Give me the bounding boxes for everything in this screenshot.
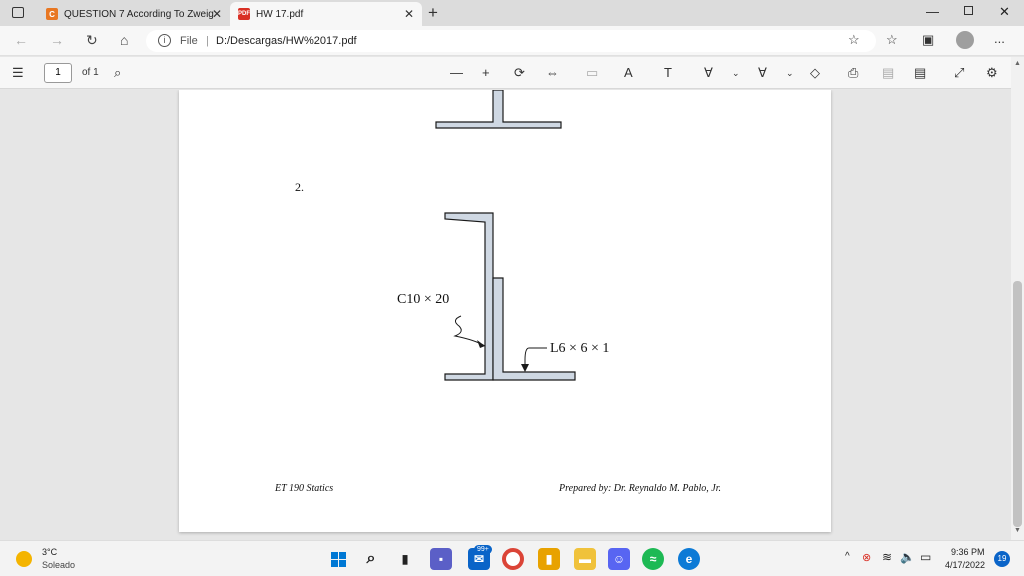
chrome-icon[interactable] (502, 548, 524, 570)
clock-time[interactable]: 9:36 PM (951, 547, 985, 557)
read-aloud-icon[interactable]: A (624, 65, 633, 80)
clock-date[interactable]: 4/17/2022 (945, 560, 985, 570)
fullscreen-icon[interactable]: ⤢ (954, 65, 964, 81)
network-alert-icon[interactable]: ⊗ (862, 551, 871, 564)
problem-number: 2. (295, 180, 304, 194)
mail-badge: 99+ (474, 545, 492, 554)
weather-sun-icon[interactable] (16, 551, 32, 567)
collections-icon[interactable]: ▣ (922, 32, 934, 48)
chat-icon[interactable]: ▪ (430, 548, 452, 570)
page-total: of 1 (82, 67, 99, 78)
info-icon[interactable]: i (158, 34, 171, 47)
close-window-icon[interactable]: ✕ (999, 4, 1010, 20)
tab-strip: C QUESTION 7 According To Zweig ✕ PDF HW… (0, 0, 1024, 26)
pdf-toolbar: ☰ 1 of 1 ⌕ — + ⟳ ⇔ ▭ A T ∀ ⌄ ∀ ⌄ ◇ ⎙ ▤ ▤… (0, 57, 1024, 89)
text-icon[interactable]: T (664, 65, 672, 80)
fit-page-icon[interactable]: ⇔ (546, 65, 559, 80)
home-icon[interactable]: ⌂ (120, 32, 128, 48)
pdf-favicon-icon: PDF (238, 8, 250, 20)
windows-start-icon[interactable] (327, 548, 349, 570)
notification-badge[interactable]: 19 (994, 551, 1010, 567)
minimize-icon[interactable]: — (926, 4, 939, 19)
channel-section-shape (444, 212, 494, 381)
erase-icon[interactable]: ◇ (810, 65, 820, 81)
tab-actions-icon[interactable] (12, 7, 24, 18)
scroll-up-icon[interactable]: ▲ (1014, 60, 1021, 67)
weather-desc[interactable]: Soleado (42, 560, 75, 570)
close-tab-icon[interactable]: ✕ (212, 7, 222, 21)
show-hidden-icons-icon[interactable]: ^ (845, 551, 850, 562)
close-tab-icon[interactable]: ✕ (404, 7, 414, 21)
refresh-icon[interactable]: ↻ (86, 32, 98, 49)
angle-section-shape (492, 277, 576, 381)
page-number-input[interactable]: 1 (44, 63, 72, 83)
highlight-icon[interactable]: ∀ (758, 65, 767, 81)
channel-label: C10 × 20 (397, 292, 450, 307)
scheme-label: File (180, 35, 198, 47)
url-text[interactable]: D:/Descargas/HW%2017.pdf (216, 35, 357, 47)
url-separator: | (206, 35, 209, 47)
angle-label: L6 × 6 × 1 (550, 341, 610, 356)
page-view-icon[interactable]: ▭ (586, 65, 598, 81)
rotate-icon[interactable]: ⟳ (514, 65, 525, 81)
draw-icon[interactable]: ∀ (704, 65, 713, 81)
spotify-icon[interactable]: ≈ (642, 548, 664, 570)
restore-icon[interactable] (964, 6, 973, 15)
wifi-icon[interactable]: ≋ (882, 550, 892, 564)
discord-icon[interactable]: ☺ (608, 548, 630, 570)
favorites-icon[interactable]: ☆ (886, 32, 898, 48)
print-icon[interactable]: ⎙ (848, 65, 858, 81)
more-menu-icon[interactable]: ... (994, 31, 1005, 46)
add-favorite-icon[interactable]: ☆ (848, 32, 860, 48)
draw-options-icon[interactable]: ⌄ (732, 68, 740, 79)
save-icon[interactable]: ▤ (882, 65, 894, 81)
save-as-icon[interactable]: ▤ (914, 65, 926, 81)
taskbar: 3°C Soleado ⌕ ▮ ▪ ✉ 99+ ▮ ▬ ☺ ≈ e ^ ⊗ ≋ … (0, 540, 1024, 576)
highlight-options-icon[interactable]: ⌄ (786, 68, 794, 79)
edge-icon[interactable]: e (678, 548, 700, 570)
settings-icon[interactable]: ⚙ (986, 65, 998, 81)
scroll-thumb[interactable] (1013, 281, 1022, 527)
tee-section-shape (435, 90, 562, 129)
task-view-icon[interactable]: ▮ (394, 548, 416, 570)
file-explorer-icon[interactable]: ▬ (574, 548, 596, 570)
channel-leader-line (453, 315, 486, 347)
new-tab-button[interactable]: + (428, 3, 438, 23)
find-icon[interactable]: ⌕ (114, 65, 121, 81)
contents-icon[interactable]: ☰ (12, 65, 24, 81)
address-bar: ← → ↻ ⌂ i File | D:/Descargas/HW%2017.pd… (0, 26, 1024, 56)
office-icon[interactable]: ▮ (538, 548, 560, 570)
forward-icon[interactable]: → (50, 32, 64, 48)
footer-right: Prepared by: Dr. Reynaldo M. Pablo, Jr. (559, 483, 722, 494)
chegg-favicon-icon: C (46, 8, 58, 20)
profile-avatar[interactable] (956, 31, 974, 49)
url-box[interactable]: i File | D:/Descargas/HW%2017.pdf (146, 30, 876, 52)
channel-arrowhead (477, 340, 485, 348)
tab-title: HW 17.pdf (256, 8, 304, 20)
tab-title: QUESTION 7 According To Zweig (64, 8, 214, 20)
volume-icon[interactable]: 🔈 (900, 550, 915, 564)
zoom-out-icon[interactable]: — (450, 65, 463, 80)
vertical-scrollbar[interactable]: ▲ ▼ (1011, 57, 1024, 540)
angle-leader-line (524, 347, 547, 366)
pdf-page: 2. C10 × 20 L6 × 6 × 1 ET 190 Statics Pr… (179, 90, 831, 532)
weather-temp[interactable]: 3°C (42, 547, 57, 557)
zoom-in-icon[interactable]: + (482, 65, 490, 80)
battery-icon[interactable]: ▭ (920, 550, 931, 564)
structural-diagram (435, 90, 576, 381)
pdf-viewer[interactable]: 2. C10 × 20 L6 × 6 × 1 ET 190 Statics Pr… (0, 90, 1010, 540)
scroll-down-icon[interactable]: ▼ (1014, 527, 1021, 534)
tab-hw17[interactable]: PDF HW 17.pdf ✕ (230, 2, 422, 26)
angle-arrowhead (521, 364, 529, 372)
search-icon[interactable]: ⌕ (360, 548, 382, 570)
footer-left: ET 190 Statics (275, 483, 334, 494)
tab-question7[interactable]: C QUESTION 7 According To Zweig ✕ (38, 2, 230, 26)
back-icon[interactable]: ← (14, 32, 28, 48)
